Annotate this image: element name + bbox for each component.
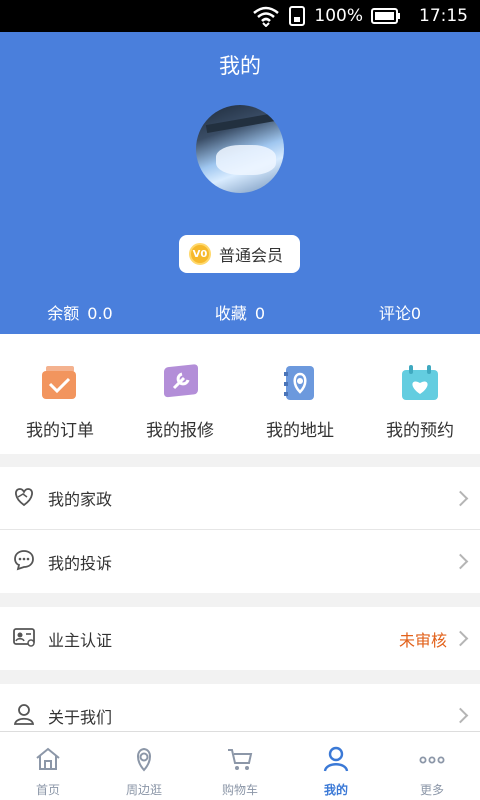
cart-icon: [226, 746, 254, 775]
battery-icon: [371, 8, 401, 24]
member-level-label: 普通会员: [219, 246, 284, 265]
address-icon: [280, 364, 320, 406]
menu-group-verify: 业主认证 未审核: [0, 607, 480, 670]
avatar[interactable]: [196, 105, 284, 193]
chevron-right-icon: [452, 553, 469, 570]
menu-group-services: 我的家政 我的投诉: [0, 467, 480, 593]
stat-balance[interactable]: 余额 0.0: [0, 300, 160, 324]
home-icon: [34, 746, 62, 775]
quick-address[interactable]: 我的地址: [240, 334, 360, 454]
appointment-icon: [400, 364, 440, 406]
menu-housekeeping[interactable]: 我的家政: [0, 467, 480, 530]
tab-cart[interactable]: 购物车: [192, 732, 288, 800]
status-bar: 100% 17:15: [0, 0, 480, 32]
tab-more[interactable]: 更多: [384, 732, 480, 800]
heart-hand-icon: [12, 485, 36, 511]
tab-home[interactable]: 首页: [0, 732, 96, 800]
order-icon: [40, 364, 80, 406]
quick-appointments[interactable]: 我的预约: [360, 334, 480, 454]
profile-header: 我的 V0 普通会员 余额 0.0 收藏 0 评论0: [0, 32, 480, 334]
menu-complaint[interactable]: 我的投诉: [0, 530, 480, 593]
stats-row: 余额 0.0 收藏 0 评论0: [0, 300, 480, 324]
stat-favorites[interactable]: 收藏 0: [160, 300, 320, 324]
battery-percent: 100%: [314, 6, 363, 26]
stat-comments[interactable]: 评论0: [320, 300, 480, 324]
bottom-tab-bar: 首页 周边逛 购物车 我的 更多: [0, 731, 480, 800]
member-level-badge[interactable]: V0 普通会员: [179, 235, 300, 273]
quick-repairs[interactable]: 我的报修: [120, 334, 240, 454]
id-card-icon: [12, 626, 36, 652]
page-title: 我的: [219, 54, 261, 78]
chevron-right-icon: [452, 707, 469, 724]
wifi-icon: [252, 5, 280, 27]
tab-mine[interactable]: 我的: [288, 732, 384, 800]
user-icon: [322, 746, 350, 775]
menu-owner-verify[interactable]: 业主认证 未审核: [0, 607, 480, 670]
repair-icon: [160, 364, 200, 406]
chat-bubble-icon: [12, 549, 36, 575]
chevron-right-icon: [452, 490, 469, 506]
clock: 17:15: [419, 6, 468, 26]
vip-level-icon: V0: [189, 243, 211, 265]
tab-nearby[interactable]: 周边逛: [96, 732, 192, 800]
more-icon: [418, 746, 446, 775]
quick-actions: 我的订单 我的报修 我的地址 我的预约: [0, 334, 480, 454]
sim-icon: [288, 5, 306, 27]
quick-orders[interactable]: 我的订单: [0, 334, 120, 454]
person-icon: [12, 703, 36, 729]
location-icon: [130, 746, 158, 775]
verify-status-badge: 未审核: [398, 630, 447, 650]
chevron-right-icon: [452, 630, 469, 647]
